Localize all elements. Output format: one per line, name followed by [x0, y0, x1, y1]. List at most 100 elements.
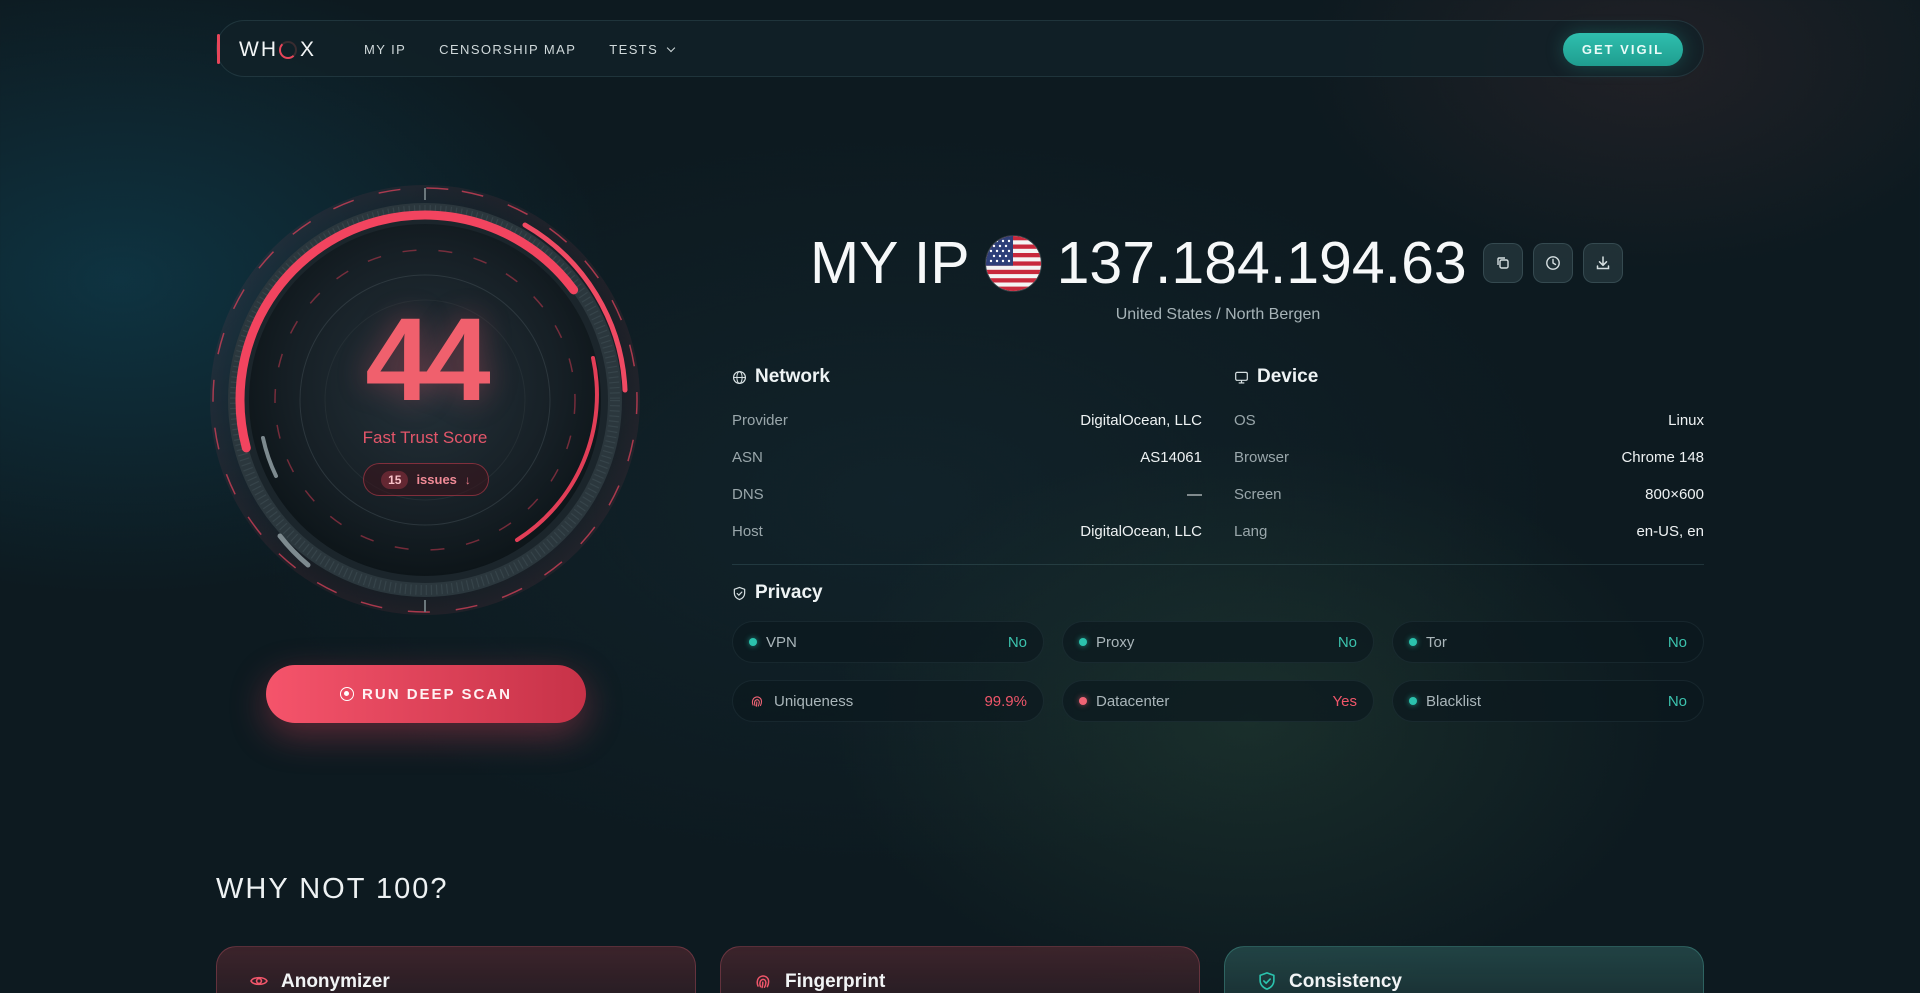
- row-key: Lang: [1234, 523, 1268, 540]
- status-dot-ok: [1409, 697, 1417, 705]
- chip-value: Yes: [1332, 692, 1357, 710]
- network-title: Network: [755, 366, 830, 387]
- status-dot-bad: [1079, 697, 1087, 705]
- row-value: —: [1187, 486, 1202, 503]
- card-fingerprint[interactable]: Fingerprint: [720, 946, 1200, 993]
- network-row: ASN AS14061: [732, 449, 1202, 469]
- nav-link-censorship-map[interactable]: CENSORSHIP MAP: [439, 42, 576, 57]
- eye-icon: [340, 687, 355, 701]
- row-key: OS: [1234, 412, 1256, 429]
- row-value: DigitalOcean, LLC: [1080, 523, 1202, 540]
- network-row: DNS —: [732, 486, 1202, 506]
- chip-key: Datacenter: [1096, 692, 1170, 710]
- ip-actions: [1482, 243, 1623, 283]
- issues-count: 15: [381, 470, 409, 489]
- row-value: DigitalOcean, LLC: [1080, 412, 1202, 429]
- card-label: Anonymizer: [281, 971, 390, 992]
- issues-label: issues: [416, 472, 457, 487]
- status-dot-ok: [1079, 638, 1087, 646]
- device-row: OS Linux: [1234, 412, 1704, 432]
- shield-check-icon: [1259, 972, 1275, 990]
- device-title: Device: [1257, 366, 1319, 387]
- copy-icon: [1497, 257, 1509, 269]
- why-not-100-heading: WHY NOT 100?: [216, 873, 449, 905]
- top-nav: WH X MY IP CENSORSHIP MAP TESTS GET VIGI…: [216, 20, 1704, 77]
- copy-button[interactable]: [1482, 243, 1523, 283]
- ip-location: United States / North Bergen: [1115, 306, 1321, 323]
- row-key: Browser: [1234, 449, 1290, 466]
- nav-link-tests[interactable]: TESTS: [609, 42, 676, 57]
- trust-score-gauge: 44 Fast Trust Score 15 issues ↓: [200, 180, 650, 630]
- logo-ring-icon: [279, 41, 297, 59]
- nav-link-label: CENSORSHIP MAP: [439, 42, 577, 57]
- history-button[interactable]: [1532, 243, 1573, 283]
- us-flag-icon: [985, 235, 1041, 291]
- status-dot-ok: [1409, 638, 1417, 646]
- row-value: AS14061: [1140, 449, 1202, 466]
- chip-value: 99.9%: [984, 692, 1027, 710]
- status-dot-ok: [749, 638, 757, 646]
- logo[interactable]: WH X: [239, 38, 316, 62]
- globe-icon: [732, 370, 747, 384]
- privacy-chip-tor: Tor No: [1392, 621, 1704, 663]
- card-label: Consistency: [1289, 971, 1402, 992]
- privacy-chip-vpn: VPN No: [732, 621, 1044, 663]
- section-divider: [732, 564, 1704, 565]
- issues-button[interactable]: 15 issues ↓: [363, 463, 489, 496]
- row-key: Host: [732, 523, 763, 540]
- trust-score-label: Fast Trust Score: [362, 428, 488, 447]
- network-row: Provider DigitalOcean, LLC: [732, 412, 1202, 432]
- nav-links: MY IP CENSORSHIP MAP TESTS: [364, 42, 676, 57]
- scan-button-label: RUN DEEP SCAN: [362, 685, 512, 703]
- fingerprint-icon: [751, 696, 763, 707]
- card-label: Fingerprint: [785, 971, 886, 992]
- privacy-chip-uniqueness: Uniqueness 99.9%: [732, 680, 1044, 722]
- chip-value: No: [1667, 692, 1687, 710]
- fingerprint-icon: [756, 975, 770, 989]
- chip-key: Proxy: [1096, 633, 1135, 651]
- row-key: Provider: [732, 412, 788, 429]
- privacy-chip-datacenter: Datacenter Yes: [1062, 680, 1374, 722]
- nav-link-my-ip[interactable]: MY IP: [364, 42, 406, 57]
- history-icon: [1545, 256, 1560, 270]
- card-anonymizer[interactable]: Anonymizer: [216, 946, 696, 993]
- device-section-title: Device: [1234, 366, 1318, 388]
- row-value: Linux: [1668, 412, 1704, 429]
- trust-score-value: 44: [365, 294, 490, 426]
- row-key: Screen: [1234, 486, 1282, 503]
- eye-icon: [250, 976, 268, 986]
- download-button[interactable]: [1582, 243, 1623, 283]
- device-row: Browser Chrome 148: [1234, 449, 1704, 469]
- chip-key: Uniqueness: [774, 692, 854, 710]
- device-row: Screen 800×600: [1234, 486, 1704, 506]
- nav-link-label: MY IP: [364, 42, 407, 57]
- ip-header: MY IP 137.184.194.63: [810, 228, 1623, 298]
- card-consistency[interactable]: Consistency: [1224, 946, 1704, 993]
- privacy-chip-proxy: Proxy No: [1062, 621, 1374, 663]
- run-deep-scan-button[interactable]: RUN DEEP SCAN: [266, 665, 586, 723]
- privacy-chip-blacklist: Blacklist No: [1392, 680, 1704, 722]
- shield-icon: [733, 586, 746, 600]
- row-value: 800×600: [1645, 486, 1704, 503]
- nav-link-label: TESTS: [609, 42, 659, 57]
- download-icon: [1596, 256, 1609, 270]
- chip-key: Blacklist: [1426, 692, 1482, 710]
- privacy-section-title: Privacy: [732, 582, 823, 604]
- chip-key: VPN: [766, 633, 797, 651]
- chip-value: No: [1667, 633, 1687, 651]
- chevron-down-icon: [666, 43, 676, 52]
- privacy-title: Privacy: [755, 582, 823, 603]
- chip-value: No: [1337, 633, 1357, 651]
- nav-accent-bar: [217, 34, 220, 64]
- ip-address: 137.184.194.63: [1056, 230, 1467, 296]
- logo-text-left: WH: [239, 38, 278, 61]
- get-vigil-button[interactable]: GET VIGIL: [1563, 33, 1683, 66]
- arrow-down-icon: ↓: [464, 472, 471, 487]
- chip-key: Tor: [1426, 633, 1447, 651]
- network-section-title: Network: [732, 366, 830, 388]
- ip-prefix: MY IP: [810, 230, 970, 296]
- device-row: Lang en-US, en: [1234, 523, 1704, 543]
- row-value: en-US, en: [1636, 523, 1704, 540]
- row-value: Chrome 148: [1621, 449, 1704, 466]
- row-key: ASN: [732, 449, 763, 466]
